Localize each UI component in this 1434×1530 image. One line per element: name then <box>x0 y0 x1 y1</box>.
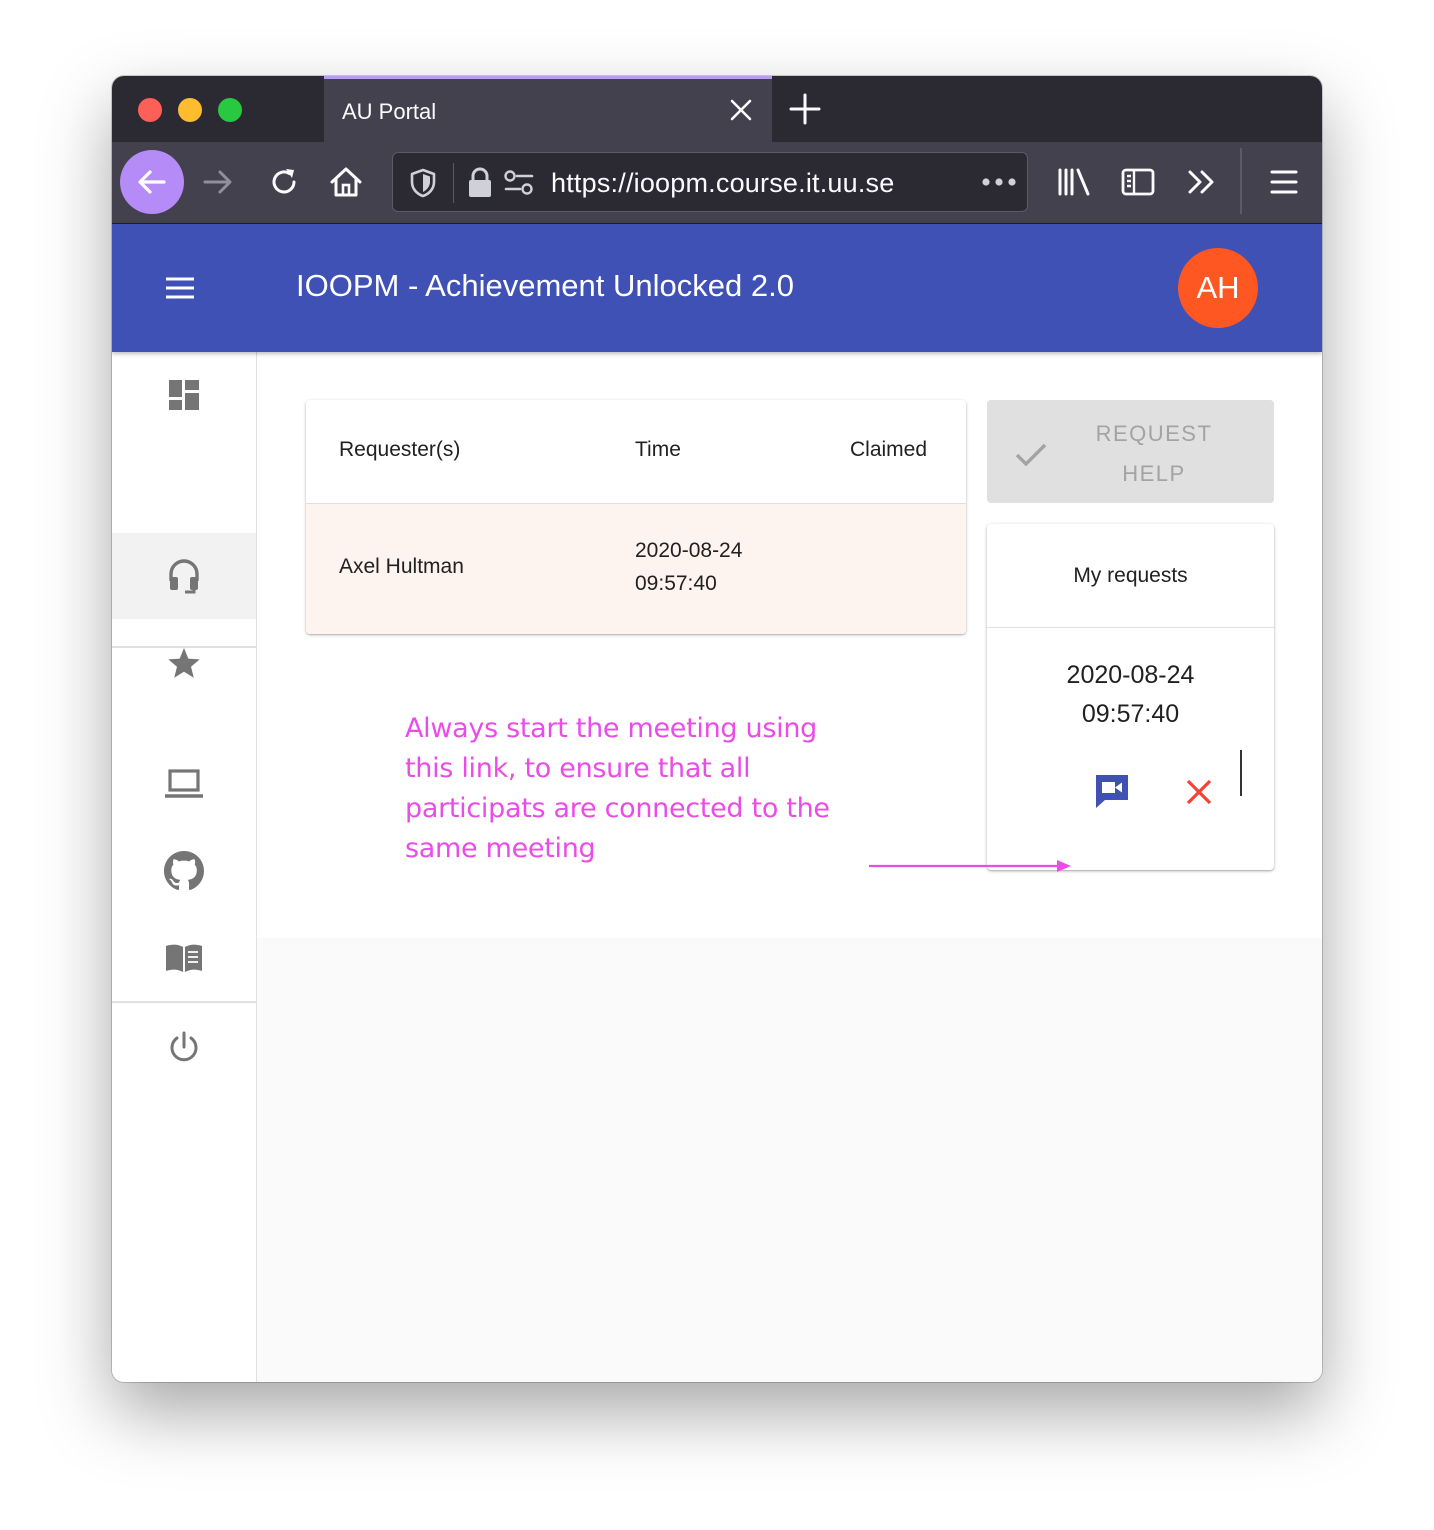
forward-button[interactable] <box>194 158 242 206</box>
avatar[interactable]: AH <box>1178 248 1258 328</box>
tab-title: AU Portal <box>342 99 437 124</box>
my-requests-card: My requests 2020-08-24 09:57:40 <box>987 524 1274 870</box>
sidebar-item-github[interactable] <box>112 828 256 914</box>
sidebar-item-achievements[interactable] <box>112 620 256 706</box>
sidebar-item-docs[interactable] <box>112 915 256 1001</box>
tab-strip: AU Portal <box>112 76 1322 142</box>
github-icon <box>164 851 204 891</box>
table-header: Requester(s) Time Claimed <box>306 400 966 504</box>
my-request-date: 2020-08-24 <box>1066 661 1195 689</box>
chevron-double-right-icon <box>1188 170 1214 194</box>
reload-icon <box>272 169 296 194</box>
close-window-button[interactable] <box>138 98 162 122</box>
my-request-time: 09:57:40 <box>1081 700 1180 728</box>
minimize-window-button[interactable] <box>178 98 202 122</box>
page-actions-icon[interactable] <box>981 177 1017 187</box>
back-arrow-icon <box>138 170 166 194</box>
annotation-arrow-icon <box>869 860 1071 872</box>
url-text[interactable]: https://ioopm.course.it.uu.se <box>551 168 894 199</box>
text-cursor <box>1240 750 1242 796</box>
reload-button[interactable] <box>260 158 308 206</box>
help-queue-table: Requester(s) Time Claimed Axel Hultman 2… <box>306 400 966 634</box>
back-button[interactable] <box>120 150 184 214</box>
overflow-button[interactable] <box>1178 158 1226 206</box>
close-tab-icon[interactable] <box>728 97 754 123</box>
forward-arrow-icon <box>203 170 232 194</box>
requester-name: Axel Hultman <box>339 555 464 578</box>
request-help-button[interactable]: REQUEST HELP <box>987 400 1274 503</box>
navigation-toolbar: https://ioopm.course.it.uu.se <box>112 142 1322 224</box>
sidebar-item-logout[interactable] <box>112 1004 256 1090</box>
star-icon <box>168 648 200 678</box>
toolbar-separator <box>1240 148 1242 214</box>
table-row[interactable]: Axel Hultman 2020-08-24 09:57:40 <box>306 504 966 634</box>
content-background <box>257 938 1322 1382</box>
zoom-window-button[interactable] <box>218 98 242 122</box>
request-help-label-line2: HELP <box>1122 461 1186 486</box>
check-icon <box>1015 443 1047 467</box>
sidebar <box>112 352 257 1382</box>
tracking-shield-icon[interactable] <box>409 167 437 199</box>
home-button[interactable] <box>322 158 370 206</box>
request-time: 09:57:40 <box>635 572 717 595</box>
address-bar[interactable]: https://ioopm.course.it.uu.se <box>392 152 1028 212</box>
annotation-note: Always start the meeting using this link… <box>405 713 830 864</box>
column-header-time: Time <box>635 438 681 461</box>
column-header-claimed: Claimed <box>850 438 928 461</box>
sidebar-divider <box>112 1001 256 1003</box>
browser-window: AU Portal https://ioopm.course.it.uu.se … <box>112 76 1322 1382</box>
address-bar-separator <box>453 163 454 203</box>
laptop-icon <box>165 769 203 798</box>
lock-icon[interactable] <box>467 167 493 199</box>
column-header-requester: Requester(s) <box>339 438 461 461</box>
my-requests-title: My requests <box>987 524 1274 628</box>
request-help-label-line1: REQUEST <box>1095 421 1213 446</box>
dashboard-icon <box>169 380 199 410</box>
request-help-label: REQUEST HELP <box>1087 414 1221 494</box>
request-date: 2020-08-24 <box>635 539 743 562</box>
sidebar-toggle-button[interactable] <box>1114 158 1162 206</box>
cancel-request-button[interactable] <box>1177 770 1221 814</box>
new-tab-icon[interactable] <box>788 92 822 126</box>
home-icon <box>330 167 362 197</box>
close-icon <box>1186 779 1212 805</box>
my-request-timestamp: 2020-08-24 09:57:40 <box>987 656 1274 734</box>
library-button[interactable] <box>1050 158 1098 206</box>
sidebar-item-dashboard[interactable] <box>112 352 256 438</box>
headset-icon <box>169 559 199 594</box>
app-bar: IOOPM - Achievement Unlocked 2.0 AH <box>112 224 1322 352</box>
sidebar-item-help-queue[interactable] <box>112 533 256 619</box>
sidebar-item-course[interactable] <box>112 741 256 827</box>
app-title: IOOPM - Achievement Unlocked 2.0 <box>296 268 794 303</box>
menu-icon[interactable] <box>162 270 198 306</box>
power-icon <box>170 1031 198 1062</box>
sidebar-icon <box>1121 168 1155 196</box>
hamburger-menu-icon <box>1270 170 1298 194</box>
sidebar-divider <box>112 646 256 648</box>
permissions-icon[interactable] <box>503 169 535 197</box>
book-icon <box>166 944 202 972</box>
video-meeting-icon <box>1096 775 1128 808</box>
main-content: Requester(s) Time Claimed Axel Hultman 2… <box>257 352 1322 938</box>
app-menu-button[interactable] <box>1260 158 1308 206</box>
library-icon <box>1058 168 1090 196</box>
tab-au-portal[interactable]: AU Portal <box>324 76 772 142</box>
start-meeting-button[interactable] <box>1089 768 1135 814</box>
